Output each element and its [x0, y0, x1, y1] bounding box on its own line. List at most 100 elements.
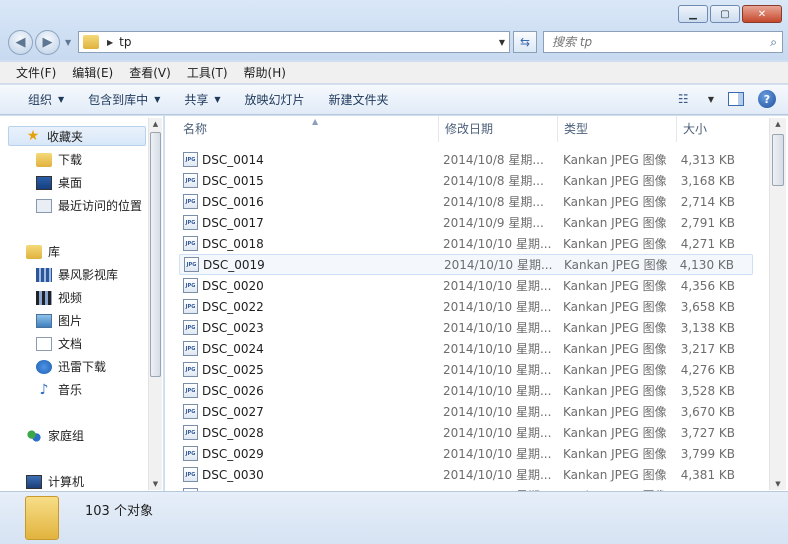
navigation-buttons: ◀ ▶ ▼: [8, 30, 71, 55]
file-size: 3,528 KB: [680, 383, 735, 398]
new-folder-button[interactable]: 新建文件夹: [317, 91, 401, 108]
search-input[interactable]: [552, 35, 752, 49]
share-label: 共享: [184, 93, 209, 107]
nav-recent[interactable]: 最近访问的位置: [36, 197, 142, 214]
nav-favorites-label: 收藏夹: [47, 129, 84, 144]
file-row[interactable]: JPG DSC_0022 2014/10/10 星期... Kankan JPEG 图…: [179, 296, 753, 317]
nav-downloads[interactable]: 下载: [36, 151, 82, 168]
file-date: 2014/10/10 星期...: [443, 405, 552, 419]
nav-scrollbar[interactable]: ▲ ▼: [148, 118, 162, 490]
file-row[interactable]: JPG DSC_0027 2014/10/10 星期... Kankan JPEG 图…: [179, 401, 753, 422]
file-type: Kankan JPEG 图像: [563, 216, 667, 230]
details-pane: 103 个对象: [0, 491, 788, 544]
menu-tools[interactable]: 工具(T): [179, 64, 236, 81]
file-row[interactable]: JPG DSC_0025 2014/10/10 星期... Kankan JPEG 图…: [179, 359, 753, 380]
nav-music[interactable]: ♪ 音乐: [36, 381, 82, 398]
address-path[interactable]: tp: [119, 35, 131, 49]
nav-baofeng[interactable]: 暴风影视库: [36, 266, 118, 283]
file-row[interactable]: JPG DSC_0029 2014/10/10 星期... Kankan JPEG 图…: [179, 443, 753, 464]
file-row[interactable]: JPG DSC_0024 2014/10/10 星期... Kankan JPEG 图…: [179, 338, 753, 359]
file-type: Kankan JPEG 图像: [563, 300, 667, 314]
nav-favorites[interactable]: ★ 收藏夹: [8, 126, 146, 146]
file-name-cell: JPG DSC_0014: [183, 152, 264, 167]
scroll-down-icon[interactable]: ▼: [149, 478, 162, 490]
nav-videos[interactable]: 视频: [36, 289, 82, 306]
title-bar: ▁ ▢ ✕ ◀ ▶ ▼ ▶ tp ▼ ⇆ ⌕: [0, 0, 788, 60]
close-button[interactable]: ✕: [742, 5, 782, 23]
file-row[interactable]: JPG DSC_0019 2014/10/10 星期... Kankan JPEG 图…: [179, 254, 753, 275]
file-date: 2014/10/10 星期...: [443, 384, 552, 398]
column-header-name[interactable]: 名称 ▲: [177, 116, 439, 142]
nav-homegroup[interactable]: 家庭组: [26, 427, 84, 444]
file-row[interactable]: JPG DSC_0014 2014/10/8 星期... Kankan JPEG 图像…: [179, 149, 753, 170]
preview-pane-icon[interactable]: [728, 92, 744, 106]
file-type: Kankan JPEG 图像: [563, 279, 667, 293]
file-name-cell: JPG DSC_0028: [183, 425, 264, 440]
file-date: 2014/10/10 星期...: [443, 237, 552, 251]
scroll-up-icon[interactable]: ▲: [770, 118, 786, 130]
file-scrollbar[interactable]: ▲ ▼: [769, 118, 786, 490]
jpg-file-icon: JPG: [183, 425, 198, 440]
file-date: 2014/10/10 星期...: [443, 468, 552, 482]
file-date: 2014/10/10 星期...: [443, 426, 552, 440]
file-row[interactable]: JPG DSC_0018 2014/10/10 星期... Kankan JPEG 图…: [179, 233, 753, 254]
jpg-file-icon: JPG: [183, 236, 198, 251]
nav-computer[interactable]: 计算机: [26, 473, 84, 490]
search-icon[interactable]: ⌕: [770, 35, 777, 50]
file-name: DSC_0027: [202, 404, 264, 419]
column-header-date[interactable]: 修改日期: [439, 116, 558, 142]
file-size: 4,313 KB: [680, 152, 735, 167]
forward-button[interactable]: ▶: [35, 30, 60, 55]
file-row[interactable]: JPG DSC_0026 2014/10/10 星期... Kankan JPEG 图…: [179, 380, 753, 401]
nav-documents[interactable]: 文档: [36, 335, 82, 352]
file-date: 2014/10/10 星期...: [443, 279, 552, 293]
menu-view[interactable]: 查看(V): [121, 64, 179, 81]
refresh-icon: ⇆: [519, 35, 531, 49]
column-header-type[interactable]: 类型: [558, 116, 677, 142]
nav-pictures[interactable]: 图片: [36, 312, 82, 329]
star-icon: ★: [26, 128, 40, 144]
file-row[interactable]: JPG DSC_0015 2014/10/8 星期... Kankan JPEG 图像…: [179, 170, 753, 191]
column-header-size[interactable]: 大小: [677, 116, 769, 142]
organize-button[interactable]: 组织 ▼: [16, 91, 76, 108]
file-scroll-thumb[interactable]: [772, 134, 784, 186]
menu-bar: 文件(F) 编辑(E) 查看(V) 工具(T) 帮助(H): [0, 62, 788, 84]
address-dropdown-icon[interactable]: ▼: [499, 38, 505, 47]
breadcrumb-arrow-icon[interactable]: ▶: [107, 38, 113, 47]
help-icon[interactable]: ?: [758, 90, 776, 108]
library-icon: [26, 244, 42, 259]
recent-pages-dropdown[interactable]: ▼: [65, 38, 71, 47]
nav-desktop[interactable]: 桌面: [36, 174, 82, 191]
nav-xunlei[interactable]: 迅雷下载: [36, 358, 106, 375]
file-size: 3,217 KB: [680, 341, 735, 356]
back-button[interactable]: ◀: [8, 30, 33, 55]
file-row[interactable]: JPG DSC_0030 2014/10/10 星期... Kankan JPEG 图…: [179, 464, 753, 485]
include-library-button[interactable]: 包含到库中 ▼: [76, 91, 172, 108]
address-bar[interactable]: ▶ tp ▼: [78, 31, 510, 53]
refresh-button[interactable]: ⇆: [513, 31, 537, 53]
menu-help[interactable]: 帮助(H): [236, 64, 294, 81]
change-view-icon[interactable]: ☷: [678, 92, 694, 106]
recent-places-icon: [36, 198, 52, 213]
file-row[interactable]: JPG DSC_0023 2014/10/10 星期... Kankan JPEG 图…: [179, 317, 753, 338]
scroll-up-icon[interactable]: ▲: [149, 118, 162, 130]
file-row[interactable]: JPG DSC_0020 2014/10/10 星期... Kankan JPEG 图…: [179, 275, 753, 296]
file-row[interactable]: JPG DSC_0028 2014/10/10 星期... Kankan JPEG 图…: [179, 422, 753, 443]
file-row[interactable]: JPG DSC_0017 2014/10/9 星期... Kankan JPEG 图像…: [179, 212, 753, 233]
search-box[interactable]: ⌕: [543, 31, 783, 53]
file-name: DSC_0022: [202, 299, 264, 314]
view-dropdown-icon[interactable]: ▼: [708, 95, 714, 104]
minimize-button[interactable]: ▁: [678, 5, 708, 23]
file-name-cell: JPG DSC_0020: [183, 278, 264, 293]
scroll-down-icon[interactable]: ▼: [770, 478, 786, 490]
menu-file[interactable]: 文件(F): [8, 64, 64, 81]
file-date: 2014/10/8 星期...: [443, 195, 544, 209]
file-name-cell: JPG DSC_0030: [183, 467, 264, 482]
share-button[interactable]: 共享 ▼: [172, 91, 232, 108]
slideshow-button[interactable]: 放映幻灯片: [233, 91, 317, 108]
nav-scroll-thumb[interactable]: [150, 132, 161, 377]
maximize-button[interactable]: ▢: [710, 5, 740, 23]
menu-edit[interactable]: 编辑(E): [64, 64, 121, 81]
nav-libraries[interactable]: 库: [26, 243, 60, 260]
file-row[interactable]: JPG DSC_0016 2014/10/8 星期... Kankan JPEG 图像…: [179, 191, 753, 212]
